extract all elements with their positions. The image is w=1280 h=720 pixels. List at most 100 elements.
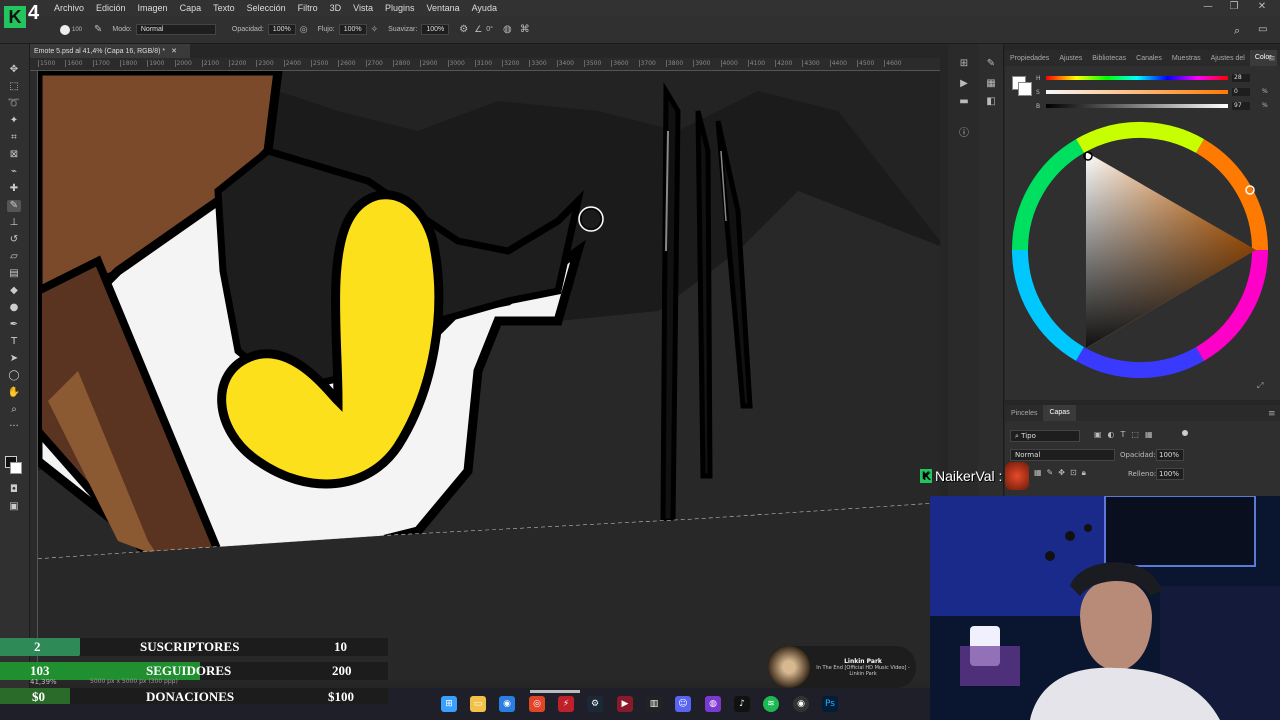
menu-capa[interactable]: Capa	[174, 3, 208, 13]
flow-field[interactable]: 100%	[338, 24, 367, 35]
file-explorer-icon[interactable]: ▭	[470, 696, 486, 712]
layers-panel-icon[interactable]: ◧	[984, 96, 998, 108]
zoom-status[interactable]: 41,39%	[30, 678, 57, 686]
menu-plugins[interactable]: Plugins	[379, 3, 421, 13]
menu-seleccion[interactable]: Selección	[241, 3, 292, 13]
tiktok-icon[interactable]: ♪	[734, 696, 750, 712]
lasso-tool-icon[interactable]: ➰	[7, 98, 21, 110]
tab-muestras[interactable]: Muestras	[1167, 55, 1206, 62]
terminal-icon[interactable]: ▥	[646, 696, 662, 712]
frame-tool-icon[interactable]: ⊠	[7, 149, 21, 161]
eraser-icon[interactable]: ▱	[7, 251, 21, 263]
document-tab[interactable]: Emote 5.psd al 41,4% (Capa 16, RGB/8) * …	[30, 44, 190, 58]
search-icon[interactable]: ⌕	[1234, 24, 1240, 38]
info-panel-icon[interactable]: ⓘ	[957, 124, 971, 139]
layer-filter-icons[interactable]: ▣◐T⬚▦	[1094, 430, 1159, 439]
mode-select[interactable]: Normal	[135, 24, 216, 35]
pressure-size-icon[interactable]: ◍	[503, 24, 512, 35]
comments-panel-icon[interactable]: ▬	[957, 96, 971, 108]
pen-tool-icon[interactable]: ✒	[7, 319, 21, 331]
opacity-field[interactable]: 100%	[267, 24, 296, 35]
play-action-icon[interactable]: ▶	[957, 78, 971, 90]
background-color-swatch[interactable]	[10, 462, 22, 474]
close-icon[interactable]: ✕	[1250, 1, 1274, 15]
menu-ayuda[interactable]: Ayuda	[466, 3, 503, 13]
menu-ventana[interactable]: Ventana	[421, 3, 466, 13]
gradient-icon[interactable]: ▤	[7, 268, 21, 280]
zoom-tool-icon[interactable]: ⌕	[7, 404, 21, 416]
maximize-icon[interactable]: ❐	[1222, 1, 1246, 15]
menu-edicion[interactable]: Edición	[90, 3, 132, 13]
brush-panel-icon[interactable]: ✎	[984, 58, 998, 70]
pressure-opacity-icon[interactable]: ◎	[300, 24, 308, 35]
history-panel-icon[interactable]: ⊞	[957, 58, 971, 70]
opera-icon[interactable]: ◎	[529, 696, 545, 712]
tab-propiedades[interactable]: Propiedades	[1005, 55, 1054, 62]
crop-tool-icon[interactable]: ⌗	[7, 132, 21, 144]
layer-fill-field[interactable]: 100%	[1156, 468, 1184, 480]
photoshop-icon[interactable]: Ps	[822, 696, 838, 712]
airbrush-icon[interactable]: ✧	[371, 24, 379, 35]
discord-icon[interactable]: ☺	[675, 696, 691, 712]
minimize-icon[interactable]: —	[1196, 1, 1220, 15]
grid-panel-icon[interactable]: ▦	[984, 78, 998, 90]
panel-menu-icon[interactable]: ≡	[1268, 54, 1276, 64]
stamp-tool-icon[interactable]: ⊥	[7, 217, 21, 229]
healing-brush-icon[interactable]: ✚	[7, 183, 21, 195]
menu-texto[interactable]: Texto	[207, 3, 241, 13]
angle-value[interactable]: 0°	[486, 26, 493, 33]
quick-mask-icon[interactable]: ◘	[7, 484, 21, 496]
tab-pinceles[interactable]: Pinceles	[1005, 410, 1043, 417]
saturation-value[interactable]: 0	[1232, 88, 1250, 96]
layer-opacity-field[interactable]: 100%	[1156, 449, 1184, 461]
menu-archivo[interactable]: Archivo	[48, 3, 90, 13]
saturation-slider[interactable]	[1046, 90, 1228, 94]
tab-ajustes[interactable]: Ajustes	[1054, 55, 1087, 62]
menu-vista[interactable]: Vista	[347, 3, 379, 13]
eyedropper-icon[interactable]: ⌁	[7, 166, 21, 178]
color-background-swatch[interactable]	[1018, 82, 1032, 96]
tab-canales[interactable]: Canales	[1131, 55, 1167, 62]
expand-panel-icon[interactable]: ⤢	[1257, 381, 1263, 391]
filter-toggle-icon[interactable]	[1182, 430, 1188, 436]
steam-icon[interactable]: ⚙	[587, 696, 603, 712]
menu-imagen[interactable]: Imagen	[132, 3, 174, 13]
dodge-tool-icon[interactable]: ●	[7, 302, 21, 314]
move-tool-icon[interactable]: ✥	[7, 64, 21, 76]
brush-settings-icon[interactable]: ✎	[94, 24, 102, 35]
code-icon[interactable]: ▶	[617, 696, 633, 712]
path-select-icon[interactable]: ➤	[7, 353, 21, 365]
tab-capas[interactable]: Capas	[1043, 405, 1076, 421]
tab-close-icon[interactable]: ✕	[171, 48, 177, 55]
hand-tool-icon[interactable]: ✋	[7, 387, 21, 399]
layers-menu-icon[interactable]: ≡	[1268, 409, 1276, 419]
marquee-tool-icon[interactable]: ⬚	[7, 81, 21, 93]
browser-icon[interactable]: ◉	[499, 696, 515, 712]
brush-tool-icon[interactable]: ✎	[7, 200, 21, 212]
text-tool-icon[interactable]: T	[7, 336, 21, 348]
smoothing-settings-icon[interactable]: ⚙	[459, 24, 468, 35]
hue-slider[interactable]	[1046, 76, 1228, 80]
screen-mode-icon[interactable]: ▣	[7, 501, 21, 513]
menu-filtro[interactable]: Filtro	[292, 3, 324, 13]
layer-lock-icons[interactable]: ▦✎✥⊡🔒︎	[1034, 468, 1091, 478]
menu-3d[interactable]: 3D	[324, 3, 348, 13]
blend-mode-select[interactable]: Normal	[1010, 449, 1115, 461]
symmetry-icon[interactable]: ⌘	[520, 24, 530, 35]
smoothing-field[interactable]: 100%	[421, 24, 450, 35]
blur-tool-icon[interactable]: ◆	[7, 285, 21, 297]
workspace-icon[interactable]: ▭	[1258, 24, 1267, 35]
brush-preview-icon[interactable]	[60, 24, 70, 35]
color-wheel[interactable]	[1010, 118, 1270, 382]
more-tools-icon[interactable]: ···	[7, 421, 21, 433]
windows-icon[interactable]: ⊞	[441, 696, 457, 712]
document-canvas[interactable]	[38, 71, 940, 681]
spotify-icon[interactable]: ≋	[763, 696, 779, 712]
shape-tool-icon[interactable]: ◯	[7, 370, 21, 382]
brightness-slider[interactable]	[1046, 104, 1228, 108]
tab-ajustes-del[interactable]: Ajustes del	[1206, 55, 1250, 62]
hue-value[interactable]: 28	[1232, 74, 1250, 82]
app2-icon[interactable]: ◍	[705, 696, 721, 712]
app-icon[interactable]: ⚡	[558, 696, 574, 712]
layer-filter-select[interactable]: ⌕ Tipo	[1010, 430, 1080, 442]
